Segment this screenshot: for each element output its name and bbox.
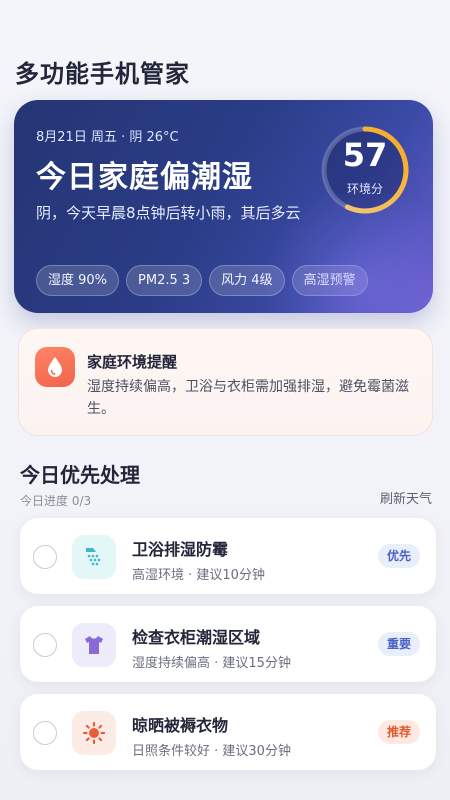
chip-humidity[interactable]: 湿度 90% <box>36 265 120 296</box>
task-name: 检查衣柜潮湿区域 <box>132 628 261 647</box>
task-checkbox[interactable] <box>33 721 57 745</box>
chip-wind[interactable]: 风力 4级 <box>209 265 285 296</box>
task-meta: 日照条件较好 · 建议30分钟 <box>132 744 291 759</box>
alert-title: 家庭环境提醒 <box>87 353 178 371</box>
chip-pm25[interactable]: PM2.5 3 <box>126 265 203 296</box>
section-title: 今日优先处理 <box>20 463 140 487</box>
task-item[interactable]: 晾晒被褥衣物 日照条件较好 · 建议30分钟 推荐 <box>20 694 436 770</box>
refresh-weather-button[interactable]: 刷新天气 <box>380 488 432 507</box>
task-badge: 重要 <box>377 632 420 656</box>
task-item[interactable]: 卫浴排湿防霉 高湿环境 · 建议10分钟 优先 <box>20 518 436 594</box>
chip-warning[interactable]: 高湿预警 <box>291 265 368 296</box>
app-title: 多功能手机管家 <box>15 60 190 88</box>
hero-date: 8月21日 周五 · 阴 26°C <box>36 130 179 145</box>
score-label: 环境分 <box>346 182 383 196</box>
task-badge: 优先 <box>377 544 420 568</box>
task-badge: 推荐 <box>377 720 420 744</box>
task-meta: 湿度持续偏高 · 建议15分钟 <box>132 656 291 671</box>
task-name: 卫浴排湿防霉 <box>132 540 229 559</box>
task-item[interactable]: 检查衣柜潮湿区域 湿度持续偏高 · 建议15分钟 重要 <box>20 606 436 682</box>
water-drop-icon <box>35 347 75 387</box>
hero-title: 今日家庭偏潮湿 <box>36 160 253 195</box>
task-meta: 高湿环境 · 建议10分钟 <box>132 568 265 583</box>
hero-description: 阴，今天早晨8点钟后转小雨，其后多云 <box>36 204 301 222</box>
shower-icon <box>72 535 116 579</box>
environment-score-ring: 57 环境分 <box>319 124 411 216</box>
tshirt-icon <box>72 623 116 667</box>
task-checkbox[interactable] <box>33 545 57 569</box>
progress-text: 今日进度 0/3 <box>20 494 92 508</box>
home-environment-alert[interactable]: 家庭环境提醒 湿度持续偏高，卫浴与衣柜需加强排湿，避免霉菌滋生。 <box>18 328 433 436</box>
weather-hero-card[interactable]: 8月21日 周五 · 阴 26°C 今日家庭偏潮湿 阴，今天早晨8点钟后转小雨，… <box>14 100 433 313</box>
alert-text: 湿度持续偏高，卫浴与衣柜需加强排湿，避免霉菌滋生。 <box>87 379 409 417</box>
weather-chips: 湿度 90% PM2.5 3 风力 4级 高湿预警 <box>36 265 368 296</box>
sun-icon <box>72 711 116 755</box>
task-checkbox[interactable] <box>33 633 57 657</box>
score-value: 57 <box>342 136 388 174</box>
task-name: 晾晒被褥衣物 <box>132 716 229 735</box>
